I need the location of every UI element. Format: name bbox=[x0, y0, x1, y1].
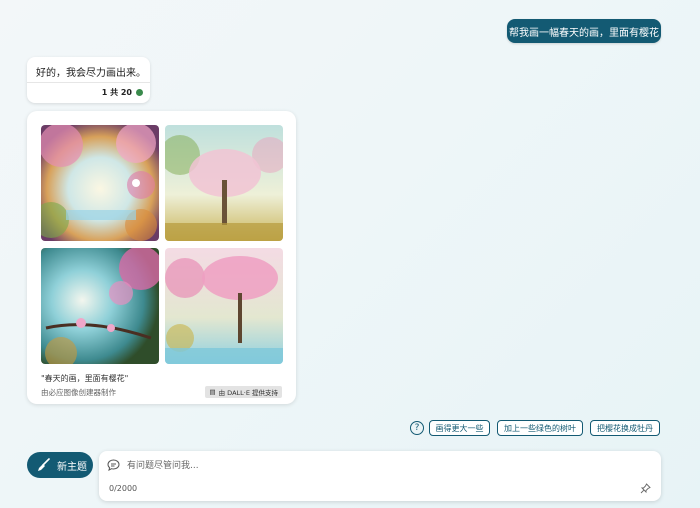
help-icon[interactable]: ? bbox=[410, 421, 424, 435]
powered-by-badge: ▤ 由 DALL·E 提供支持 bbox=[205, 386, 282, 398]
generated-image-card: "春天的画，里面有樱花" 由必应图像创建器制作 ▤ 由 DALL·E 提供支持 bbox=[27, 111, 296, 404]
new-topic-button[interactable]: 新主题 bbox=[27, 452, 93, 478]
chat-bubble-icon bbox=[107, 459, 120, 471]
suggestion-chip-2[interactable]: 加上一些绿色的树叶 bbox=[497, 420, 583, 436]
suggestion-chip-3[interactable]: 把樱花换成牡丹 bbox=[590, 420, 660, 436]
image-creator-link[interactable]: 由必应图像创建器制作 bbox=[41, 387, 116, 398]
generated-image-2[interactable] bbox=[165, 125, 283, 241]
status-dot-icon bbox=[136, 89, 143, 96]
generated-image-3[interactable] bbox=[41, 248, 159, 364]
powered-by-text: 由 DALL·E 提供支持 bbox=[218, 389, 278, 397]
user-message-text: 帮我画一幅春天的画，里面有樱花 bbox=[509, 27, 659, 39]
bot-reply-bubble: 好的，我会尽力画出来。 1 共 20 bbox=[27, 57, 150, 103]
generated-image-1[interactable] bbox=[41, 125, 159, 241]
chat-input-box[interactable]: 0/2000 bbox=[99, 451, 661, 501]
turn-counter-text: 1 共 20 bbox=[101, 88, 132, 97]
dalle-icon: ▤ bbox=[209, 388, 216, 396]
new-topic-label: 新主题 bbox=[57, 461, 87, 473]
bubble-divider bbox=[27, 82, 150, 83]
char-count: 0/2000 bbox=[109, 484, 138, 493]
suggestion-chip-1[interactable]: 画得更大一些 bbox=[429, 420, 490, 436]
generated-image-4[interactable] bbox=[165, 248, 283, 364]
user-message-bubble: 帮我画一幅春天的画，里面有樱花 bbox=[507, 19, 661, 43]
broom-icon bbox=[38, 458, 50, 471]
bot-reply-text: 好的，我会尽力画出来。 bbox=[36, 68, 146, 79]
image-caption: "春天的画，里面有樱花" bbox=[41, 374, 129, 383]
pin-icon[interactable] bbox=[640, 483, 651, 494]
chat-input[interactable] bbox=[125, 456, 629, 476]
turn-counter: 1 共 20 bbox=[102, 87, 143, 98]
